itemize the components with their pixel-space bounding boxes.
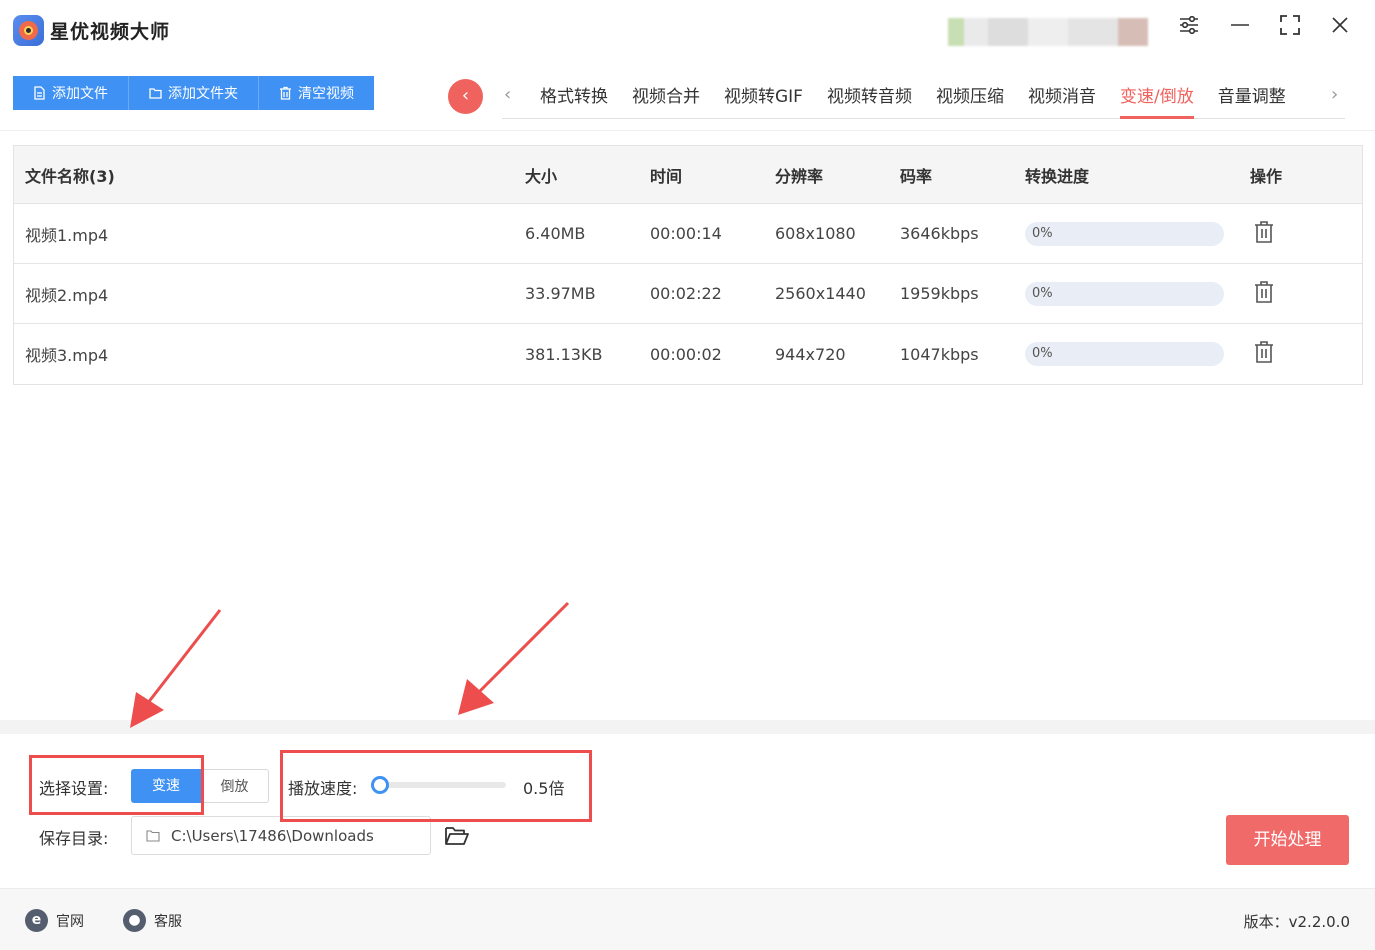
document-icon — [34, 86, 45, 100]
annotation-box-speed — [280, 750, 592, 822]
tabs-scroll-left-icon[interactable]: ‹ — [504, 84, 511, 105]
file-name: 视频2.mp4 — [25, 285, 109, 305]
table-header: 文件名称(3) 大小 时间 分辨率 码率 转换进度 操作 — [14, 146, 1362, 204]
file-duration: 00:00:14 — [650, 224, 722, 243]
trash-icon — [280, 86, 291, 100]
file-size: 33.97MB — [525, 284, 596, 303]
file-name: 视频3.mp4 — [25, 346, 109, 365]
table-row[interactable]: 视频3.mp4 381.13KB 00:00:02 944x720 1047kb… — [14, 324, 1362, 384]
clear-videos-button[interactable]: 清空视频 — [259, 76, 374, 110]
support-link[interactable]: ● 客服 — [123, 909, 182, 932]
delete-trash-icon[interactable] — [1252, 340, 1276, 364]
table-row[interactable]: 视频1.mp4 6.40MB 00:00:14 608x1080 3646kbp… — [14, 204, 1362, 264]
clear-videos-label: 清空视频 — [298, 86, 354, 102]
divider — [0, 130, 1375, 131]
folder-icon — [149, 88, 162, 99]
progress-text: 0% — [1032, 225, 1053, 241]
file-toolbar: 添加文件 添加文件夹 清空视频 — [13, 76, 374, 110]
website-label: 官网 — [56, 913, 84, 930]
save-directory-label: 保存目录: — [39, 829, 109, 848]
header-size: 大小 — [525, 166, 558, 186]
header-action: 操作 — [1250, 166, 1283, 186]
file-duration: 00:00:02 — [650, 344, 722, 364]
chat-bubble-icon: ● — [123, 909, 146, 932]
tabs-scroll-right-icon[interactable]: › — [1331, 84, 1338, 105]
add-file-button[interactable]: 添加文件 — [13, 76, 129, 110]
progress-bar: 0% — [1025, 342, 1224, 366]
header-bitrate: 码率 — [900, 166, 933, 186]
user-account-blurred[interactable] — [948, 18, 1148, 46]
file-bitrate: 3646kbps — [900, 224, 979, 243]
tab-video-to-gif[interactable]: 视频转GIF — [712, 78, 815, 118]
file-size: 6.40MB — [525, 224, 586, 243]
tab-speed-reverse[interactable]: 变速/倒放 — [1108, 78, 1206, 119]
support-label: 客服 — [154, 913, 182, 930]
annotation-arrow-speed — [458, 601, 570, 715]
file-size: 381.13KB — [525, 344, 603, 364]
start-processing-button[interactable]: 开始处理 — [1226, 815, 1349, 865]
header-progress: 转换进度 — [1025, 166, 1090, 186]
ie-browser-icon: e — [25, 909, 48, 932]
file-resolution: 2560x1440 — [775, 284, 866, 303]
close-icon[interactable] — [1325, 14, 1355, 44]
save-path-text: C:\Users\17486\Downloads — [171, 827, 374, 845]
header-resolution: 分辨率 — [775, 166, 824, 186]
header-time: 时间 — [650, 166, 683, 186]
tab-video-mute[interactable]: 视频消音 — [1016, 78, 1108, 118]
maximize-icon[interactable] — [1275, 14, 1305, 44]
progress-text: 0% — [1032, 346, 1053, 361]
file-resolution: 944x720 — [775, 344, 846, 364]
file-duration: 00:02:22 — [650, 284, 722, 303]
progress-text: 0% — [1032, 285, 1053, 301]
mode-reverse-button[interactable]: 倒放 — [201, 769, 269, 803]
delete-trash-icon[interactable] — [1252, 220, 1276, 244]
file-bitrate: 1047kbps — [900, 344, 979, 364]
progress-bar: 0% — [1025, 221, 1224, 246]
tab-format-convert[interactable]: 格式转换 — [502, 78, 620, 118]
annotation-box-mode — [29, 755, 204, 815]
file-table: 文件名称(3) 大小 时间 分辨率 码率 转换进度 操作 视频1.mp4 6.4… — [13, 145, 1363, 385]
back-button[interactable]: ‹ — [448, 79, 483, 114]
version-text: 版本：v2.2.0.0 — [1243, 913, 1350, 931]
add-folder-label: 添加文件夹 — [168, 86, 238, 102]
delete-trash-icon[interactable] — [1252, 280, 1276, 304]
header-filename: 文件名称(3) — [25, 166, 115, 186]
tab-video-to-audio[interactable]: 视频转音频 — [815, 78, 924, 118]
footer: e 官网 ● 客服 版本：v2.2.0.0 — [0, 888, 1375, 950]
file-bitrate: 1959kbps — [900, 284, 979, 303]
tab-video-compress[interactable]: 视频压缩 — [924, 78, 1016, 118]
feature-tabs: 格式转换 视频合并 视频转GIF 视频转音频 视频压缩 视频消音 变速/倒放 音… — [502, 78, 1345, 119]
file-resolution: 608x1080 — [775, 224, 856, 243]
open-folder-icon[interactable] — [444, 825, 470, 847]
tab-video-merge[interactable]: 视频合并 — [620, 78, 712, 118]
app-logo-icon — [13, 15, 44, 46]
table-row[interactable]: 视频2.mp4 33.97MB 00:02:22 2560x1440 1959k… — [14, 264, 1362, 324]
tab-volume-adjust[interactable]: 音量调整 — [1206, 78, 1298, 118]
title-bar: 星优视频大师 — [0, 0, 1375, 62]
website-link[interactable]: e 官网 — [25, 909, 84, 932]
minimize-icon[interactable] — [1225, 14, 1255, 44]
annotation-arrow-mode — [130, 609, 222, 728]
settings-sliders-icon[interactable] — [1174, 14, 1204, 44]
app-title: 星优视频大师 — [50, 21, 171, 43]
add-file-label: 添加文件 — [52, 86, 108, 102]
progress-bar: 0% — [1025, 281, 1224, 306]
folder-icon — [146, 830, 160, 842]
add-folder-button[interactable]: 添加文件夹 — [129, 76, 259, 110]
file-name: 视频1.mp4 — [25, 225, 109, 245]
